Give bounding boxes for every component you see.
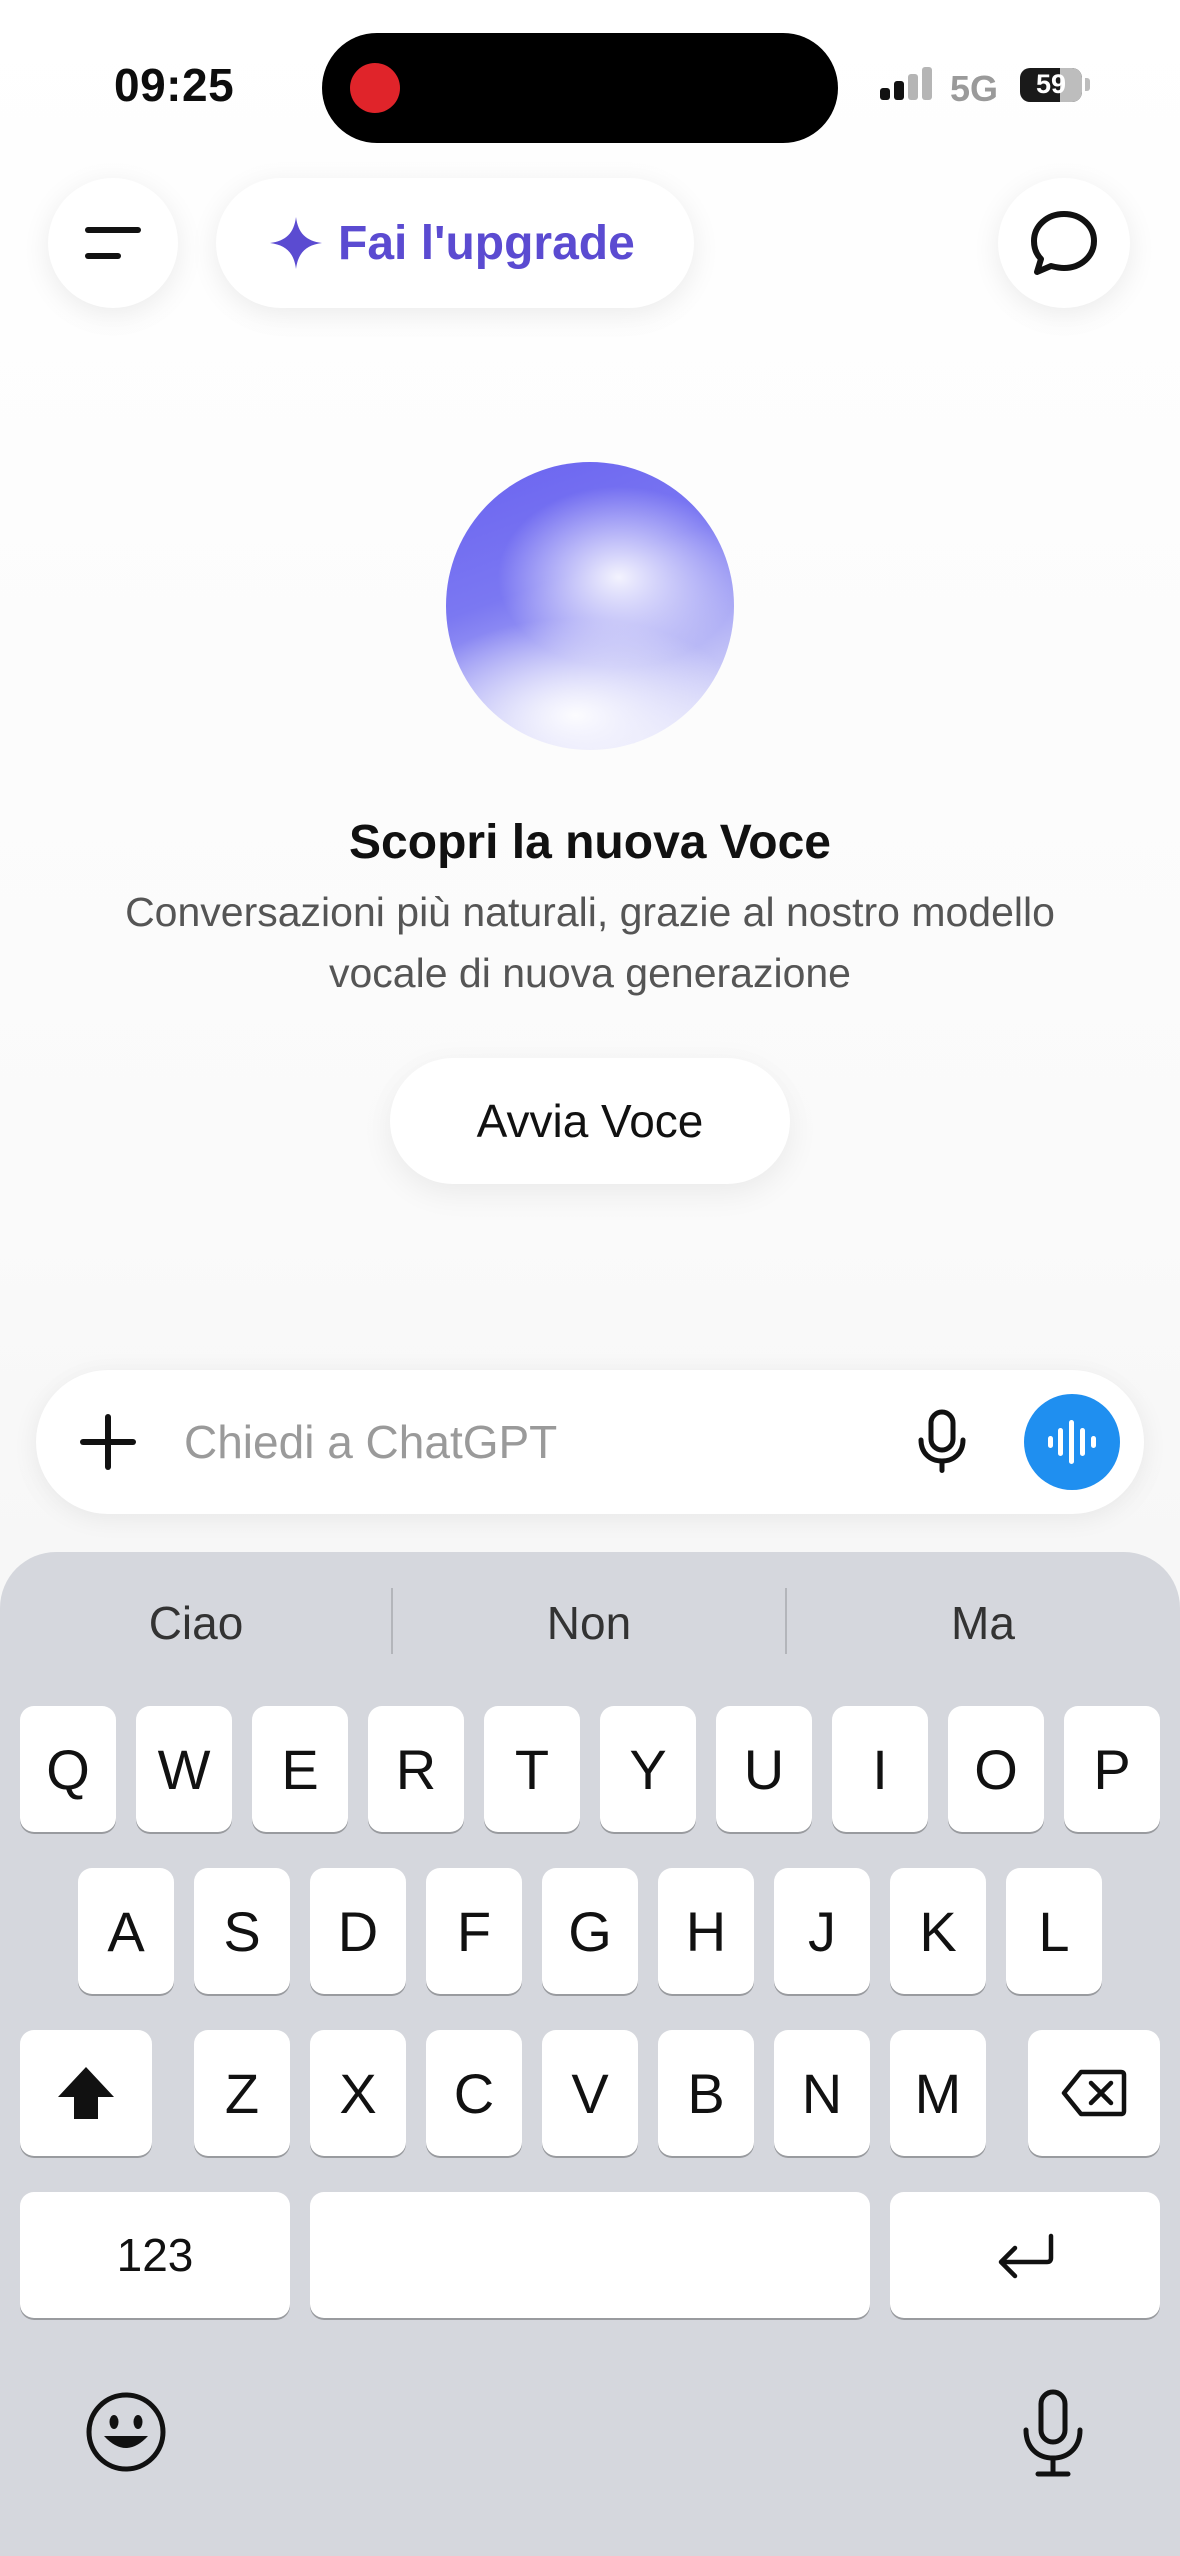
recording-indicator-icon [350,63,400,113]
suggestion-item[interactable]: Ciao [0,1596,392,1650]
hamburger-menu-icon [85,227,141,259]
key-r[interactable]: R [368,1706,464,1832]
key-s[interactable]: S [194,1868,290,1994]
key-y[interactable]: Y [600,1706,696,1832]
predictive-suggestions: Ciao Non Ma [0,1552,1180,1672]
voice-mode-button[interactable] [1024,1394,1120,1490]
microphone-icon[interactable] [908,1408,976,1476]
dictation-microphone-icon[interactable] [1018,2388,1088,2480]
new-chat-button[interactable] [998,178,1130,308]
chatgpt-home-screen: 09:25 5G 59 Fai l'upgrade Scopri la nuov… [0,0,1180,2556]
battery-level: 59 [1035,69,1067,99]
key-j[interactable]: J [774,1868,870,1994]
return-icon [998,2233,1054,2279]
key-x[interactable]: X [310,2030,406,2156]
chat-bubble-icon [1031,211,1097,275]
space-key[interactable] [310,2192,870,2318]
key-q[interactable]: Q [20,1706,116,1832]
key-m[interactable]: M [890,2030,986,2156]
start-voice-button[interactable]: Avvia Voce [390,1058,790,1184]
network-type: 5G [950,68,999,109]
emoji-icon[interactable] [84,2390,168,2474]
cellular-signal-icon [880,66,936,106]
promo-description: Conversazioni più naturali, grazie al no… [125,889,1055,996]
plus-icon[interactable] [76,1410,140,1474]
keyboard: Ciao Non Ma Q W E R T Y U I O P A S D F … [0,1552,1180,2556]
key-n[interactable]: N [774,2030,870,2156]
sparkle-icon [270,217,322,269]
key-u[interactable]: U [716,1706,812,1832]
key-f[interactable]: F [426,1868,522,1994]
battery-icon: 59 [1020,68,1082,102]
upgrade-button[interactable]: Fai l'upgrade [216,178,694,308]
key-z[interactable]: Z [194,2030,290,2156]
menu-button[interactable] [48,178,178,308]
voice-orb-image [446,462,734,750]
key-i[interactable]: I [832,1706,928,1832]
key-c[interactable]: C [426,2030,522,2156]
key-l[interactable]: L [1006,1868,1102,1994]
chat-input[interactable] [184,1404,884,1480]
key-e[interactable]: E [252,1706,348,1832]
key-g[interactable]: G [542,1868,638,1994]
status-time: 09:25 [114,59,235,111]
shift-key[interactable] [20,2030,152,2156]
battery-tip [1085,78,1090,91]
key-k[interactable]: K [890,1868,986,1994]
key-d[interactable]: D [310,1868,406,1994]
upgrade-label: Fai l'upgrade [338,216,635,270]
key-p[interactable]: P [1064,1706,1160,1832]
waveform-icon [1048,1420,1096,1464]
shift-icon [58,2067,114,2119]
backspace-icon [1061,2069,1127,2117]
key-t[interactable]: T [484,1706,580,1832]
suggestion-item[interactable]: Non [393,1596,785,1650]
suggestion-item[interactable]: Ma [787,1596,1179,1650]
dynamic-island [322,33,838,143]
key-b[interactable]: B [658,2030,754,2156]
key-w[interactable]: W [136,1706,232,1832]
key-a[interactable]: A [78,1868,174,1994]
key-o[interactable]: O [948,1706,1044,1832]
delete-key[interactable] [1028,2030,1160,2156]
return-key[interactable] [890,2192,1160,2318]
key-v[interactable]: V [542,2030,638,2156]
numbers-key[interactable]: 123 [20,2192,290,2318]
promo-title: Scopri la nuova Voce [349,816,831,869]
composer-bar [36,1370,1144,1514]
key-h[interactable]: H [658,1868,754,1994]
